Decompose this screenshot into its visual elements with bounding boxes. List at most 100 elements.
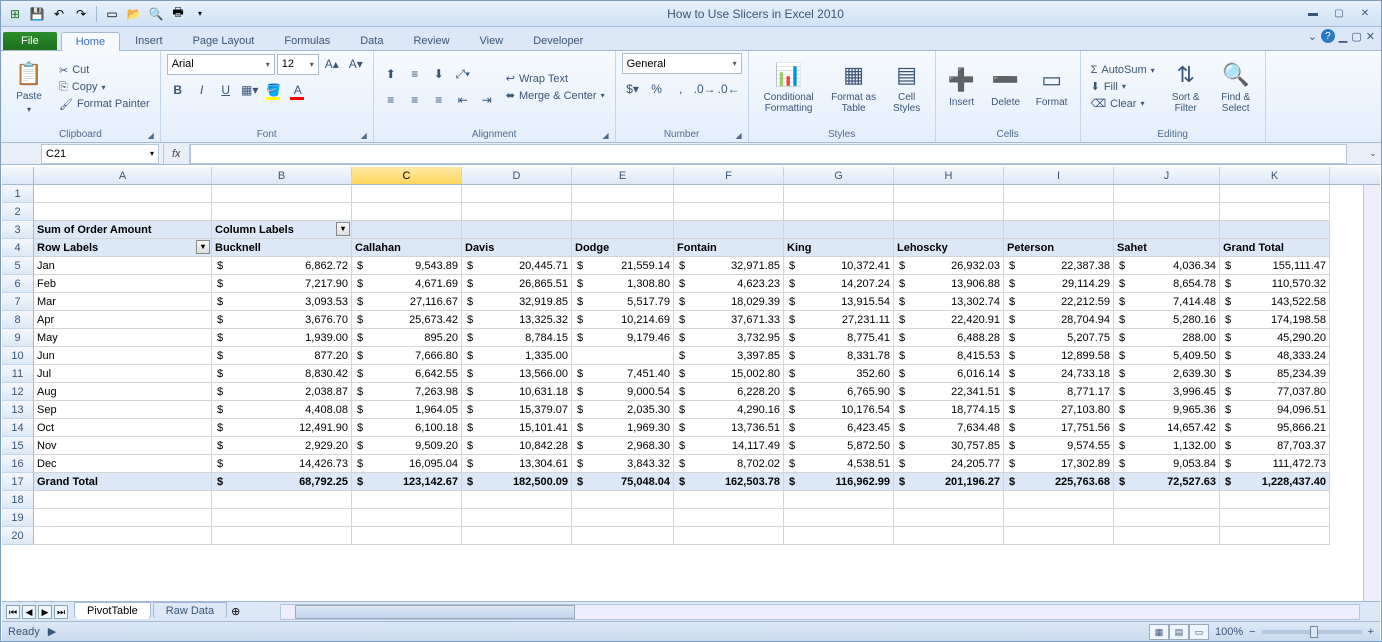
- row-header[interactable]: 5: [2, 257, 34, 275]
- column-header[interactable]: D: [462, 167, 572, 184]
- increase-decimal-button[interactable]: .0→: [694, 78, 716, 100]
- cell[interactable]: [572, 185, 674, 203]
- cell[interactable]: [784, 509, 894, 527]
- cell[interactable]: $8,415.53: [894, 347, 1004, 365]
- cell[interactable]: Dodge: [572, 239, 674, 257]
- zoom-slider[interactable]: [1262, 630, 1362, 634]
- cell[interactable]: $12,491.90: [212, 419, 352, 437]
- cell[interactable]: $201,196.27: [894, 473, 1004, 491]
- cell[interactable]: [1004, 203, 1114, 221]
- border-button[interactable]: ▦▾: [239, 79, 261, 101]
- column-header[interactable]: C: [352, 167, 462, 184]
- bold-button[interactable]: B: [167, 79, 189, 101]
- number-launcher-icon[interactable]: ◢: [735, 131, 741, 140]
- sheet-tab-active[interactable]: PivotTable: [74, 602, 151, 619]
- orientation-button[interactable]: ⤢▾: [452, 63, 474, 85]
- cell[interactable]: $22,420.91: [894, 311, 1004, 329]
- cell[interactable]: $1,335.00: [462, 347, 572, 365]
- cell[interactable]: $3,397.85: [674, 347, 784, 365]
- cell[interactable]: $22,387.38: [1004, 257, 1114, 275]
- cell[interactable]: $8,830.42: [212, 365, 352, 383]
- cell[interactable]: [1114, 221, 1220, 239]
- cell[interactable]: Mar: [34, 293, 212, 311]
- format-cells-button[interactable]: ▭Format: [1030, 53, 1074, 121]
- cell[interactable]: May: [34, 329, 212, 347]
- ribbon-tab-review[interactable]: Review: [398, 31, 464, 50]
- cell[interactable]: $9,965.36: [1114, 401, 1220, 419]
- cell[interactable]: $5,207.75: [1004, 329, 1114, 347]
- cell[interactable]: Grand Total: [34, 473, 212, 491]
- cell[interactable]: $7,414.48: [1114, 293, 1220, 311]
- cell[interactable]: $13,325.32: [462, 311, 572, 329]
- cell[interactable]: Grand Total: [1220, 239, 1330, 257]
- font-name-combo[interactable]: Arial▾: [167, 54, 275, 75]
- paste-button[interactable]: 📋 Paste ▾: [7, 53, 51, 121]
- cell[interactable]: $21,559.14: [572, 257, 674, 275]
- cell[interactable]: [1114, 527, 1220, 545]
- cell[interactable]: [352, 221, 462, 239]
- minimize-button[interactable]: ▬: [1301, 5, 1325, 23]
- row-header[interactable]: 3: [2, 221, 34, 239]
- cell[interactable]: [34, 491, 212, 509]
- cell[interactable]: $72,527.63: [1114, 473, 1220, 491]
- cell[interactable]: [572, 221, 674, 239]
- cell[interactable]: [674, 527, 784, 545]
- row-header[interactable]: 13: [2, 401, 34, 419]
- align-center-button[interactable]: ≡: [404, 89, 426, 111]
- cell[interactable]: $17,751.56: [1004, 419, 1114, 437]
- italic-button[interactable]: I: [191, 79, 213, 101]
- copy-button[interactable]: ⎘Copy▾: [55, 80, 154, 95]
- cell[interactable]: $24,205.77: [894, 455, 1004, 473]
- cell[interactable]: Callahan: [352, 239, 462, 257]
- row-header[interactable]: 1: [2, 185, 34, 203]
- percent-format-button[interactable]: %: [646, 78, 668, 100]
- cell[interactable]: [1114, 491, 1220, 509]
- cell[interactable]: [1220, 203, 1330, 221]
- cell[interactable]: [674, 221, 784, 239]
- cell[interactable]: [674, 509, 784, 527]
- ribbon-tab-view[interactable]: View: [465, 31, 519, 50]
- name-box[interactable]: C21▾: [41, 144, 159, 164]
- new-icon[interactable]: ▭: [102, 4, 122, 24]
- normal-view-button[interactable]: ▦: [1149, 624, 1169, 640]
- column-header[interactable]: J: [1114, 167, 1220, 184]
- print-icon[interactable]: 🖶: [168, 4, 188, 24]
- cell[interactable]: $5,517.79: [572, 293, 674, 311]
- cell[interactable]: $15,002.80: [674, 365, 784, 383]
- cell[interactable]: $28,704.94: [1004, 311, 1114, 329]
- cell[interactable]: $14,657.42: [1114, 419, 1220, 437]
- ribbon-tab-data[interactable]: Data: [345, 31, 398, 50]
- cell[interactable]: $9,574.55: [1004, 437, 1114, 455]
- cell[interactable]: $877.20: [212, 347, 352, 365]
- cell[interactable]: $10,631.18: [462, 383, 572, 401]
- cell[interactable]: Bucknell: [212, 239, 352, 257]
- zoom-out-button[interactable]: −: [1249, 626, 1255, 638]
- column-header[interactable]: K: [1220, 167, 1330, 184]
- cell[interactable]: Sep: [34, 401, 212, 419]
- minimize-ribbon-icon[interactable]: ⌄: [1308, 30, 1317, 43]
- row-header[interactable]: 9: [2, 329, 34, 347]
- cell[interactable]: Feb: [34, 275, 212, 293]
- cut-button[interactable]: ✂Cut: [55, 63, 154, 78]
- cell[interactable]: [1220, 185, 1330, 203]
- row-header[interactable]: 18: [2, 491, 34, 509]
- font-launcher-icon[interactable]: ◢: [361, 131, 367, 140]
- cell[interactable]: $14,117.49: [674, 437, 784, 455]
- cell[interactable]: $4,671.69: [352, 275, 462, 293]
- cell[interactable]: $13,906.88: [894, 275, 1004, 293]
- cell[interactable]: $6,423.45: [784, 419, 894, 437]
- sort-filter-button[interactable]: ⇅Sort & Filter: [1163, 53, 1209, 121]
- row-header[interactable]: 11: [2, 365, 34, 383]
- cell[interactable]: [34, 203, 212, 221]
- cell[interactable]: [784, 221, 894, 239]
- open-icon[interactable]: 📂: [124, 4, 144, 24]
- font-size-combo[interactable]: 12▾: [277, 54, 319, 75]
- undo-icon[interactable]: ↶: [49, 4, 69, 24]
- cell[interactable]: $352.60: [784, 365, 894, 383]
- conditional-formatting-button[interactable]: 📊Conditional Formatting: [755, 53, 823, 121]
- formula-input[interactable]: [190, 144, 1347, 164]
- cell[interactable]: $68,792.25: [212, 473, 352, 491]
- cell[interactable]: $7,634.48: [894, 419, 1004, 437]
- cell[interactable]: [572, 347, 674, 365]
- formula-expand-icon[interactable]: ⌄: [1365, 148, 1381, 159]
